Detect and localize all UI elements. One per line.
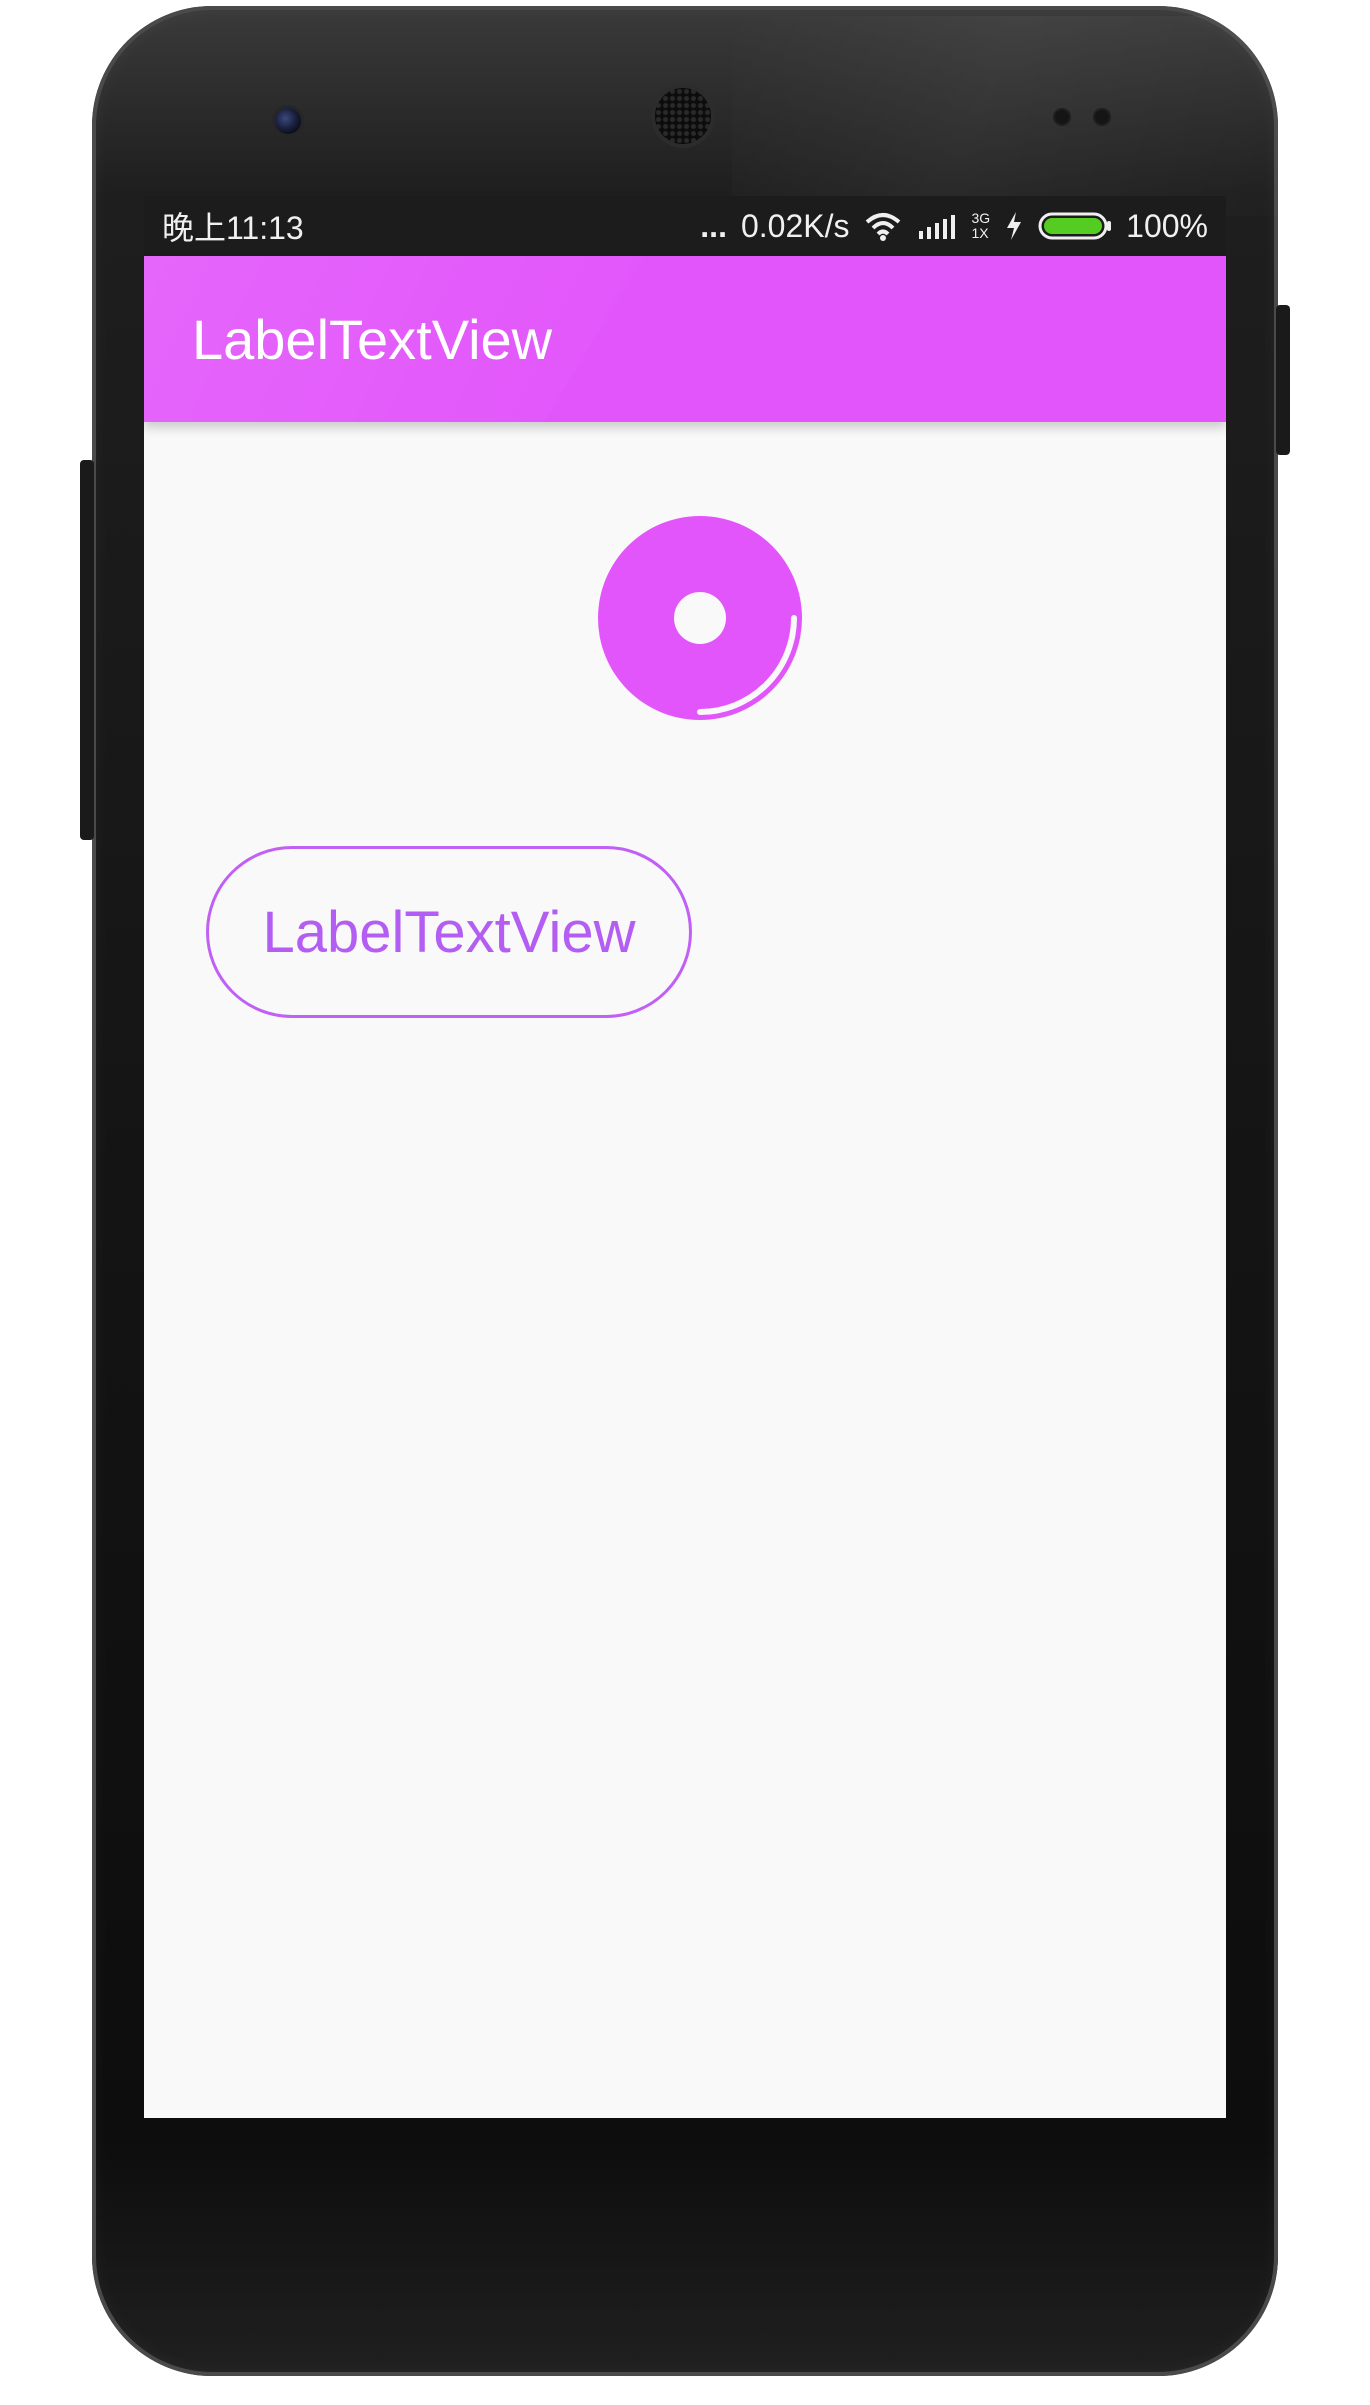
disc-icon[interactable] [598,516,802,720]
network-type: 3G 1X [971,211,990,241]
app-bar: LabelTextView [144,256,1226,422]
battery-percent: 100% [1126,207,1208,244]
status-more: ... [700,207,727,244]
app-title: LabelTextView [192,307,553,371]
status-bar: 晚上11:13 ... 0.02K/s 3G 1X 100% [144,196,1226,256]
phone-sheen [732,16,1362,216]
volume-button [80,460,94,840]
front-camera [275,108,301,134]
network-type-top: 3G [971,210,991,226]
proximity-sensor [1055,110,1069,124]
status-time: 晚上11:13 [162,210,304,246]
power-button [1276,305,1290,455]
label-text-view[interactable]: LabelTextView [206,846,692,1018]
signal-icon [919,215,956,239]
lightning-icon [1007,212,1022,240]
network-type-bottom: 1X [971,225,989,241]
screen: 晚上11:13 ... 0.02K/s 3G 1X 100% LabelText… [144,196,1226,2118]
wifi-icon [866,213,901,241]
network-speed: 0.02K/s [740,207,850,244]
earpiece-speaker [655,88,711,144]
label-text-view-text: LabelTextView [262,899,636,965]
light-sensor [1095,110,1109,124]
status-icons: ... 0.02K/s 3G 1X 100% [700,208,1208,245]
battery-icon [1038,212,1112,240]
